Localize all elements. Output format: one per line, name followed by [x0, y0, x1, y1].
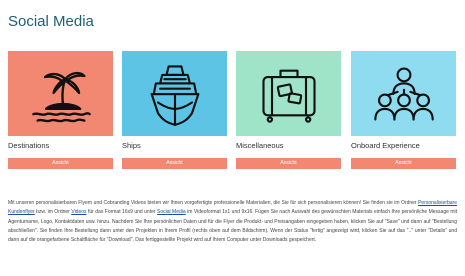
card-image-miscellaneous[interactable] [236, 51, 341, 136]
card-miscellaneous[interactable]: Miscellaneous Ansicht [236, 51, 341, 169]
description-part: bzw. im Ordner [34, 209, 72, 216]
description-text: Mit unseren personalisierbaren Flyern un… [8, 199, 457, 245]
link-social-media[interactable]: Social Media [157, 209, 186, 215]
card-label: Destinations [8, 141, 50, 150]
suitcase-icon [261, 69, 316, 123]
ship-icon [150, 64, 199, 126]
page-title: Social Media [8, 13, 94, 30]
card-label: Miscellaneous [236, 141, 284, 150]
view-button-ships[interactable]: Ansicht [122, 158, 227, 169]
card-image-destinations[interactable] [8, 51, 113, 136]
view-button-destinations[interactable]: Ansicht [8, 158, 113, 169]
card-ships[interactable]: Ships Ansicht [122, 51, 227, 169]
card-destinations[interactable]: Destinations Ansicht [8, 51, 113, 169]
category-cards: Destinations Ansicht Ships Ansicht Misce… [8, 51, 456, 171]
card-image-ships[interactable] [122, 51, 227, 136]
card-label: Ships [122, 141, 141, 150]
view-button-onboard-experience[interactable]: Ansicht [351, 158, 456, 169]
island-palm-icon [31, 71, 91, 122]
card-onboard-experience[interactable]: Onboard Experience Ansicht [351, 51, 456, 169]
link-videos[interactable]: Videos [71, 209, 86, 215]
card-image-onboard-experience[interactable] [351, 51, 456, 136]
description-part: Mit unseren personalisierbaren Flyern un… [8, 200, 419, 206]
people-group-icon [373, 66, 434, 121]
view-button-miscellaneous[interactable]: Ansicht [236, 158, 341, 169]
description-part: für das Format 16x9 und unter [86, 209, 157, 216]
card-label: Onboard Experience [351, 141, 420, 150]
